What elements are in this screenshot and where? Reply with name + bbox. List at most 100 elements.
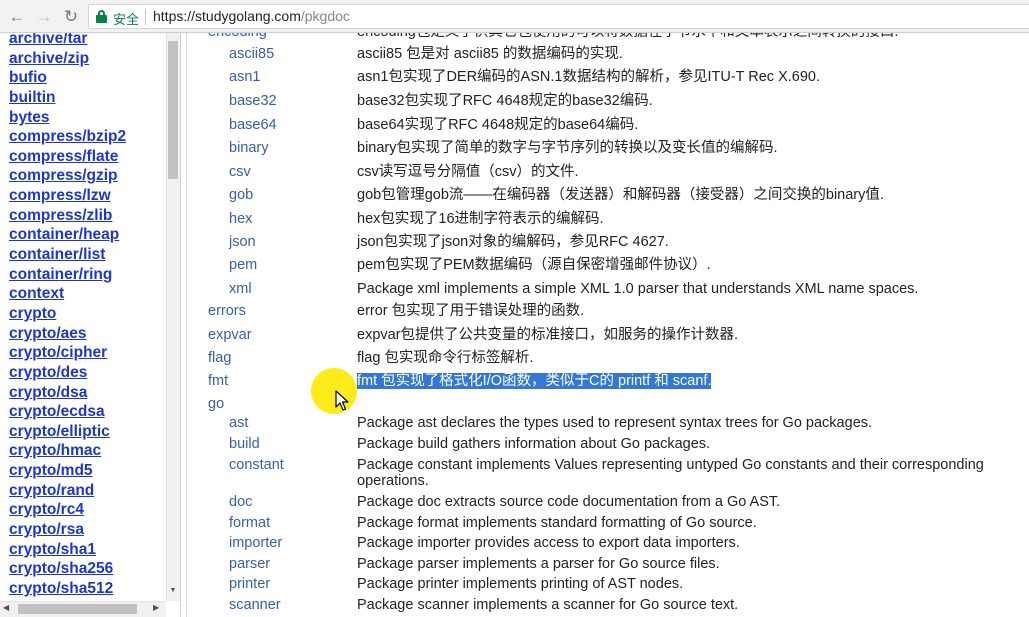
package-name-link[interactable]: format xyxy=(229,515,270,531)
url-path: /pkgdoc xyxy=(300,8,350,24)
url-host: https://studygolang.com xyxy=(153,8,301,24)
sidebar-package-link[interactable]: crypto/sha1 xyxy=(9,540,169,560)
scroll-left-arrow-icon[interactable]: ◀ xyxy=(3,603,9,612)
sidebar-package-link[interactable]: context xyxy=(9,284,169,304)
package-sidebar: archive/tar archive/zip bufio builtin bytes c… xyxy=(0,33,181,617)
package-description: binary包实现了简单的数字与字节序列的转换以及变长值的编解码. xyxy=(357,140,778,156)
package-description: Package xml implements a simple XML 1.0 … xyxy=(357,281,919,297)
sidebar-package-link[interactable]: crypto/hmac xyxy=(9,441,169,461)
package-description: Package constant implements Values repre… xyxy=(357,457,984,489)
sidebar-package-link[interactable]: container/list xyxy=(9,245,169,265)
package-description: base32包实现了RFC 4648规定的base32编码. xyxy=(357,93,653,109)
back-icon[interactable]: ← xyxy=(6,6,28,28)
sidebar-package-link[interactable]: crypto/elliptic xyxy=(9,422,169,442)
sidebar-package-link[interactable]: crypto/sha512 xyxy=(9,579,169,599)
sidebar-package-link[interactable]: crypto/des xyxy=(9,363,169,383)
package-description: flag 包实现命令行标签解析. xyxy=(357,350,534,366)
package-name-link[interactable]: json xyxy=(229,234,256,250)
sidebar-scroll-thumb[interactable] xyxy=(168,41,178,179)
package-description: Package printer implements printing of A… xyxy=(357,576,684,592)
sidebar-package-link[interactable]: container/heap xyxy=(9,225,169,245)
package-name-link[interactable]: importer xyxy=(229,535,282,551)
text-selection: fmt 包实现了格式化I/O函数，类似于C的 printf 和 scanf. xyxy=(357,373,712,389)
package-description: Package scanner implements a scanner for… xyxy=(357,597,739,613)
secure-label[interactable]: 安全 xyxy=(113,9,139,28)
scroll-right-arrow-icon[interactable]: ▶ xyxy=(153,603,159,612)
sidebar-package-link[interactable]: compress/flate xyxy=(9,147,169,167)
package-name-link[interactable]: go xyxy=(208,396,224,412)
cursor-highlight xyxy=(311,368,357,414)
browser-toolbar: ← → ↻ 安全 https://studygolang.com/pkgdoc xyxy=(0,0,1029,33)
package-table: encoding encoding包定义了供其它包使用的可以将数据在字节水平和文本… xyxy=(186,33,1029,617)
package-description: ascii85 包是对 ascii85 的数据编码的实现. xyxy=(357,46,623,62)
package-name-link[interactable]: errors xyxy=(208,303,246,319)
package-name-link[interactable]: parser xyxy=(229,556,270,572)
package-description: Package build gathers information about … xyxy=(357,436,711,452)
package-name-link[interactable]: ascii85 xyxy=(229,46,274,62)
url-text[interactable]: https://studygolang.com/pkgdoc xyxy=(153,8,350,24)
sidebar-package-link[interactable]: crypto xyxy=(9,304,169,324)
package-name-link[interactable]: ast xyxy=(229,415,248,431)
package-name-link[interactable]: expvar xyxy=(208,327,252,343)
sidebar-package-link[interactable]: crypto/sha256 xyxy=(9,559,169,579)
sidebar-package-link[interactable]: crypto/dsa xyxy=(9,383,169,403)
package-description: error 包实现了用于错误处理的函数. xyxy=(357,303,585,319)
package-name-link[interactable]: binary xyxy=(229,140,269,156)
package-name-link[interactable]: scanner xyxy=(229,597,281,613)
sidebar-package-link[interactable]: crypto/rand xyxy=(9,481,169,501)
package-description: Package parser implements a parser for G… xyxy=(357,556,720,572)
sidebar-package-link[interactable]: builtin xyxy=(9,88,169,108)
sidebar-package-link[interactable]: bytes xyxy=(9,108,169,128)
sidebar-package-link[interactable]: compress/lzw xyxy=(9,186,169,206)
package-description: csv读写逗号分隔值（csv）的文件. xyxy=(357,164,579,180)
sidebar-package-link[interactable]: bufio xyxy=(9,68,169,88)
package-name-link[interactable]: csv xyxy=(229,164,251,180)
address-bar[interactable]: 安全 https://studygolang.com/pkgdoc xyxy=(88,4,1029,29)
sidebar-package-link[interactable]: archive/zip xyxy=(9,49,169,69)
package-name-link[interactable]: encoding xyxy=(208,33,267,40)
sidebar-package-link[interactable]: crypto/md5 xyxy=(9,461,169,481)
package-name-link[interactable]: pem xyxy=(229,257,257,273)
sidebar-package-link[interactable]: crypto/aes xyxy=(9,324,169,344)
package-description: Package ast declares the types used to r… xyxy=(357,415,873,431)
package-name-link[interactable]: doc xyxy=(229,494,252,510)
package-description: expvar包提供了公共变量的标准接口，如服务的操作计数器. xyxy=(357,327,739,343)
sidebar-package-link[interactable]: archive/tar xyxy=(9,33,169,49)
forward-icon[interactable]: → xyxy=(33,6,55,28)
package-name-link[interactable]: fmt xyxy=(208,373,228,389)
package-name-link[interactable]: flag xyxy=(208,350,231,366)
package-description: json包实现了json对象的编解码，参见RFC 4627. xyxy=(357,234,669,250)
package-name-link[interactable]: build xyxy=(229,436,260,452)
package-name-link[interactable]: asn1 xyxy=(229,69,260,85)
sidebar-horizontal-scroll-thumb[interactable] xyxy=(18,604,137,614)
package-name-link[interactable]: constant xyxy=(229,457,284,473)
package-name-link[interactable]: base64 xyxy=(229,117,277,133)
sidebar-package-link[interactable]: crypto/ecdsa xyxy=(9,402,169,422)
mouse-pointer-icon xyxy=(335,390,349,411)
package-description: Package format implements standard forma… xyxy=(357,515,757,531)
package-description: base64实现了RFC 4648规定的base64编码. xyxy=(357,117,639,133)
sidebar-package-link[interactable]: compress/bzip2 xyxy=(9,127,169,147)
package-description: gob包管理gob流——在编码器（发送器）和解码器（接受器）之间交换的binar… xyxy=(357,187,884,203)
package-name-link[interactable]: printer xyxy=(229,576,270,592)
package-name-link[interactable]: gob xyxy=(229,187,253,203)
package-description: Package importer provides access to expo… xyxy=(357,535,740,551)
sidebar-package-link[interactable]: compress/zlib xyxy=(9,206,169,226)
package-name-link[interactable]: base32 xyxy=(229,93,277,109)
selected-package-description: fmt 包实现了格式化I/O函数，类似于C的 printf 和 scanf. xyxy=(357,373,1017,389)
package-description: encoding包定义了供其它包使用的可以将数据在字节水平和文本表示之间转换的接… xyxy=(357,33,1017,40)
package-description: pem包实现了PEM数据编码（源自保密增强邮件协议）. xyxy=(357,257,711,273)
package-name-link[interactable]: xml xyxy=(229,281,252,297)
omnibox-divider xyxy=(145,9,146,25)
package-description: hex包实现了16进制字符表示的编解码. xyxy=(357,211,604,227)
sidebar-package-link[interactable]: crypto/rsa xyxy=(9,520,169,540)
sidebar-package-link[interactable]: compress/gzip xyxy=(9,166,169,186)
lock-icon[interactable] xyxy=(96,10,107,23)
sidebar-package-link[interactable]: container/ring xyxy=(9,265,169,285)
sidebar-package-link[interactable]: crypto/rc4 xyxy=(9,500,169,520)
scroll-down-arrow-icon[interactable]: ▼ xyxy=(168,586,178,596)
reload-icon[interactable]: ↻ xyxy=(60,6,82,28)
package-name-link[interactable]: hex xyxy=(229,211,252,227)
sidebar-package-link[interactable]: crypto/cipher xyxy=(9,343,169,363)
package-description: asn1包实现了DER编码的ASN.1数据结构的解析，参见ITU-T Rec X… xyxy=(357,69,821,85)
